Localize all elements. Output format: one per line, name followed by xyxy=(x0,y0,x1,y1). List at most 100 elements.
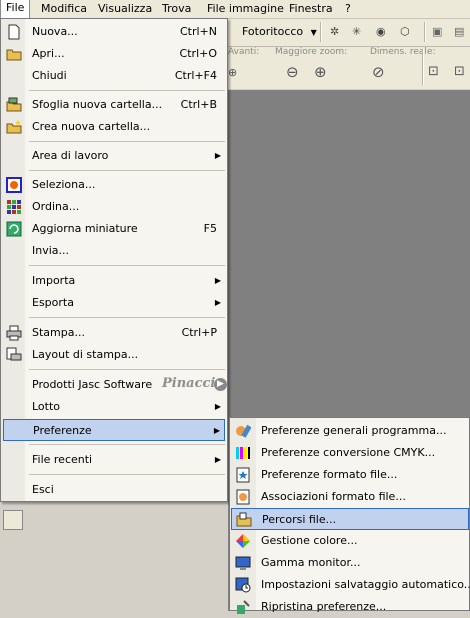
menu-item-label: Invia... xyxy=(32,244,70,257)
dropdown-arrow-icon: ▼ xyxy=(310,28,317,37)
menu-item-invia[interactable]: Invia... xyxy=(3,240,225,262)
file-menu: Nuova... Ctrl+N Apri... Ctrl+O Chiudi Ct… xyxy=(0,18,228,502)
menu-item-ordina[interactable]: Ordina... xyxy=(3,196,225,218)
menu-trova[interactable]: Trova xyxy=(157,0,196,18)
menu-separator xyxy=(29,141,225,142)
menu-item-aggiorna[interactable]: Aggiorna miniature F5 xyxy=(3,218,225,240)
submenu-arrow-icon: ▶ xyxy=(214,151,221,160)
menu-item-label: Gamma monitor... xyxy=(261,556,361,569)
sort-icon xyxy=(7,200,21,214)
menu-item-label: Chiudi xyxy=(32,69,67,82)
menu-separator xyxy=(29,170,225,171)
menu-item-label: Preferenze xyxy=(33,424,92,437)
dimens-reale-label: Dimens. reale: xyxy=(370,47,436,57)
menu-separator xyxy=(29,474,225,475)
color-management-icon xyxy=(236,534,250,548)
menu-item-sfoglia[interactable]: Sfoglia nuova cartella... Ctrl+B xyxy=(3,94,225,116)
refresh-icon xyxy=(6,221,22,237)
new-file-icon xyxy=(8,24,20,40)
menu-item-label: Gestione colore... xyxy=(261,534,358,547)
toolbar-separator xyxy=(422,49,424,85)
general-prefs-icon xyxy=(236,424,251,438)
menu-item-label: Sfoglia nuova cartella... xyxy=(32,98,163,111)
toolbar-separator xyxy=(320,22,322,42)
menu-separator xyxy=(29,369,225,370)
workspace-area xyxy=(228,90,470,420)
menu-item-crea-cartella[interactable]: Crea nuova cartella... xyxy=(3,116,225,138)
menu-item-shortcut: F5 xyxy=(203,222,217,235)
image-icon[interactable]: ▤ xyxy=(454,23,464,41)
submenu-arrow-icon: ▶ xyxy=(214,402,221,411)
menu-item-chiudi[interactable]: Chiudi Ctrl+F4 xyxy=(3,65,225,87)
fit-window-icon[interactable]: ⊡ xyxy=(428,63,439,81)
menu-item-apri[interactable]: Apri... Ctrl+O xyxy=(3,43,225,65)
menu-item-label: File recenti xyxy=(32,453,93,466)
zoom-in-icon[interactable]: ⊕ xyxy=(314,63,327,81)
menu-item-shortcut: Ctrl+F4 xyxy=(174,69,217,82)
submenu-item-gestione-colore[interactable]: Gestione colore... xyxy=(231,530,469,552)
new-folder-icon xyxy=(6,120,22,134)
select-icon xyxy=(6,177,22,193)
print-icon xyxy=(6,325,22,341)
menu-item-label: Ripristina preferenze... xyxy=(261,600,387,613)
menu-item-label: Nuova... xyxy=(32,25,78,38)
enhance-icon[interactable]: ✲ xyxy=(330,23,339,41)
submenu-item-cmyk[interactable]: Preferenze conversione CMYK... xyxy=(231,442,469,464)
submenu-arrow-icon: ▶ xyxy=(213,426,220,435)
submenu-item-associazioni[interactable]: Associazioni formato file... xyxy=(231,486,469,508)
toolbar: Fotoritocco ▼ ✲ ✳ ◉ ⬡ ▣ ▤ Avanti: Maggio… xyxy=(228,19,470,89)
menu-item-label: Layout di stampa... xyxy=(32,348,139,361)
menu-modifica[interactable]: Modifica xyxy=(36,0,92,18)
menu-item-lotto[interactable]: Lotto ▶ xyxy=(3,396,225,418)
menu-file-immagine[interactable]: File immagine xyxy=(202,0,289,18)
reset-prefs-icon xyxy=(237,600,250,614)
cube-icon[interactable]: ⬡ xyxy=(400,23,410,41)
submenu-item-ripristina[interactable]: Ripristina preferenze... xyxy=(231,596,469,618)
crop-tool-icon[interactable] xyxy=(3,510,23,530)
menu-item-label: Aggiorna miniature xyxy=(32,222,138,235)
menu-visualizza[interactable]: Visualizza xyxy=(93,0,157,18)
menu-item-label: Preferenze generali programma... xyxy=(261,424,447,437)
menu-item-label: Ordina... xyxy=(32,200,80,213)
red-eye-icon[interactable]: ◉ xyxy=(376,23,386,41)
avanti-label: Avanti: xyxy=(228,47,260,57)
submenu-item-salvataggio-automatico[interactable]: Impostazioni salvataggio automatico... xyxy=(231,574,470,596)
submenu-item-preferenze-generali[interactable]: Preferenze generali programma... xyxy=(231,420,469,442)
menu-item-label: Area di lavoro xyxy=(32,149,109,162)
menu-item-stampa[interactable]: Stampa... Ctrl+P xyxy=(3,322,225,344)
fit-image-icon[interactable]: ⊡ xyxy=(454,63,465,81)
menu-item-esporta[interactable]: Esporta ▶ xyxy=(3,292,225,314)
menu-item-shortcut: Ctrl+N xyxy=(179,25,217,38)
menu-item-file-recenti[interactable]: File recenti ▶ xyxy=(3,449,225,471)
menu-item-label: Preferenze formato file... xyxy=(261,468,398,481)
menu-item-nuova[interactable]: Nuova... Ctrl+N xyxy=(3,21,225,43)
submenu-item-percorsi-file[interactable]: Percorsi file... xyxy=(231,508,469,530)
menu-help[interactable]: ? xyxy=(340,0,356,18)
menu-item-shortcut: Ctrl+O xyxy=(179,47,217,60)
menu-item-label: Prodotti Jasc Software xyxy=(32,378,153,391)
menu-item-preferenze[interactable]: Preferenze ▶ xyxy=(3,419,225,441)
submenu-item-gamma-monitor[interactable]: Gamma monitor... xyxy=(231,552,469,574)
monitor-gamma-icon xyxy=(235,556,251,570)
menu-item-layout-stampa[interactable]: Layout di stampa... xyxy=(3,344,225,366)
open-folder-icon xyxy=(6,49,22,61)
menu-file[interactable]: File xyxy=(0,0,31,18)
menu-item-label: Lotto xyxy=(32,400,61,413)
zoom-out-icon[interactable]: ⊖ xyxy=(286,63,299,81)
file-assoc-icon xyxy=(236,489,250,505)
sparkle-icon[interactable]: ✳ xyxy=(352,23,361,41)
file-paths-icon xyxy=(236,512,252,527)
menu-item-seleziona[interactable]: Seleziona... xyxy=(3,174,225,196)
menu-item-esci[interactable]: Esci xyxy=(3,479,225,501)
person-icon[interactable]: ▣ xyxy=(432,23,442,41)
menu-item-importa[interactable]: Importa ▶ xyxy=(3,270,225,292)
menu-separator xyxy=(29,90,225,91)
menu-item-area-lavoro[interactable]: Area di lavoro ▶ xyxy=(3,145,225,167)
actual-size-icon[interactable]: ⊘ xyxy=(372,63,385,81)
watermark: Pinacci xyxy=(162,376,216,391)
submenu-item-formato-file[interactable]: Preferenze formato file... xyxy=(231,464,469,486)
zoom-icon[interactable]: ⊕ xyxy=(228,64,237,82)
menu-item-label: Importa xyxy=(32,274,76,287)
menu-finestra[interactable]: Finestra xyxy=(284,0,338,18)
fotoritocco-dropdown[interactable]: Fotoritocco ▼ xyxy=(242,23,317,41)
